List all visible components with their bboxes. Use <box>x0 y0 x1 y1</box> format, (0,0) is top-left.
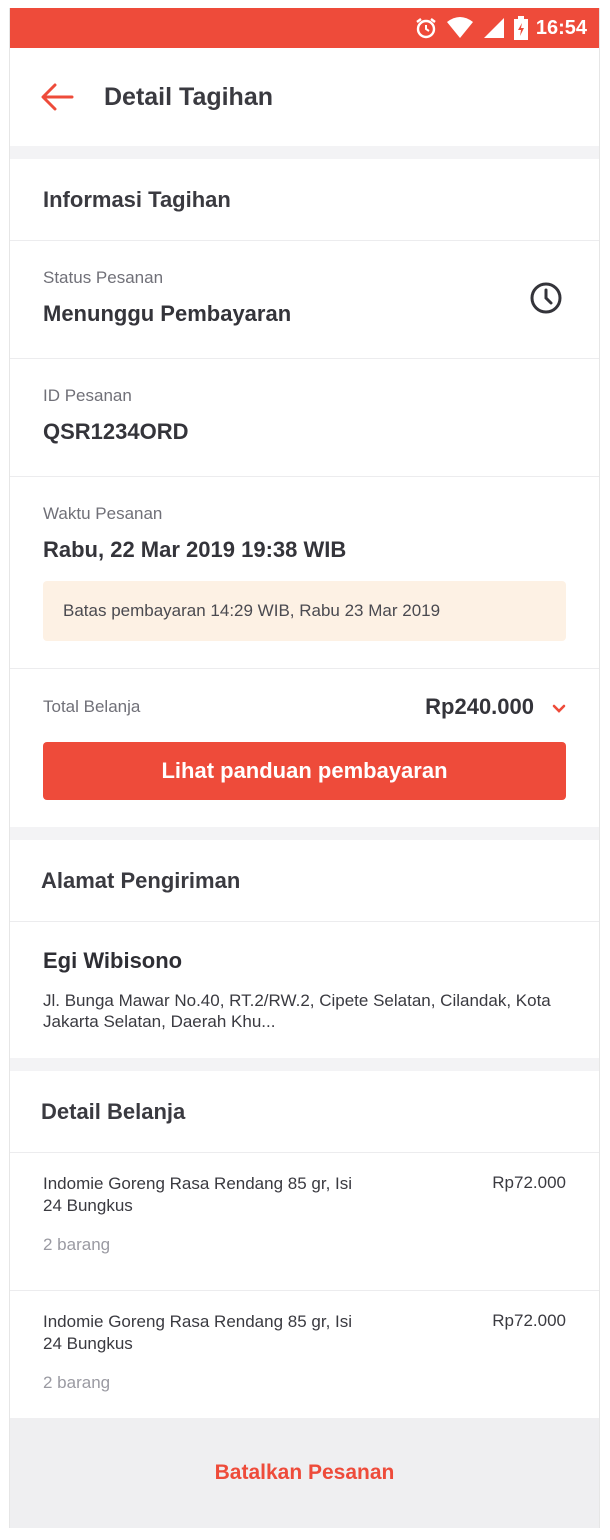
signal-icon <box>482 16 506 40</box>
order-status-row: Status Pesanan Menunggu Pembayaran <box>10 241 599 359</box>
payment-deadline-note: Batas pembayaran 14:29 WIB, Rabu 23 Mar … <box>43 581 566 641</box>
order-time-value: Rabu, 22 Mar 2019 19:38 WIB <box>43 537 347 562</box>
total-value: Rp240.000 <box>425 694 534 719</box>
total-row: Total Belanja Rp240.000 Lihat panduan pe… <box>10 669 599 827</box>
address-row: Egi Wibisono Jl. Bunga Mawar No.40, RT.2… <box>10 922 599 1058</box>
total-amount[interactable]: Rp240.000 <box>425 694 566 720</box>
order-time-row: Waktu Pesanan Rabu, 22 Mar 2019 19:38 WI… <box>10 477 599 669</box>
order-id-value: QSR1234ORD <box>43 419 189 444</box>
section-divider <box>10 827 599 840</box>
items-section-title: Detail Belanja <box>10 1071 599 1153</box>
total-label: Total Belanja <box>43 697 141 716</box>
address-section-title: Alamat Pengiriman <box>10 840 599 922</box>
item-price: Rp72.000 <box>492 1173 566 1192</box>
item-name: Indomie Goreng Rasa Rendang 85 gr, Isi 2… <box>43 1312 353 1353</box>
back-arrow-icon[interactable] <box>40 79 76 115</box>
total-line[interactable]: Total Belanja Rp240.000 <box>43 694 566 720</box>
payment-guide-button[interactable]: Lihat panduan pembayaran <box>43 742 566 800</box>
chevron-down-icon[interactable] <box>552 694 566 720</box>
list-item: Indomie Goreng Rasa Rendang 85 gr, Isi 2… <box>10 1291 599 1429</box>
item-name: Indomie Goreng Rasa Rendang 85 gr, Isi 2… <box>43 1174 353 1215</box>
wifi-icon <box>446 16 474 40</box>
item-quantity: 2 barang <box>43 1373 111 1392</box>
recipient-name: Egi Wibisono <box>43 948 183 973</box>
item-quantity: 2 barang <box>43 1235 111 1254</box>
list-item: Indomie Goreng Rasa Rendang 85 gr, Isi 2… <box>10 1153 599 1291</box>
invoice-section-title: Informasi Tagihan <box>10 159 599 241</box>
cancel-order-button[interactable]: Batalkan Pesanan <box>215 1461 395 1485</box>
clock-icon <box>529 281 563 320</box>
order-time-label: Waktu Pesanan <box>43 504 163 523</box>
order-id-label: ID Pesanan <box>43 386 132 405</box>
status-label: Status Pesanan <box>43 268 164 287</box>
page-title: Detail Tagihan <box>104 82 274 111</box>
status-bar: 16:54 <box>10 8 599 48</box>
alarm-icon <box>414 16 438 40</box>
section-divider <box>10 1058 599 1071</box>
phone-screen: 16:54 Detail Tagihan Informasi Tagihan S… <box>9 8 600 1528</box>
order-id-row: ID Pesanan QSR1234ORD <box>10 359 599 477</box>
app-bar: Detail Tagihan <box>10 48 599 146</box>
battery-icon <box>513 16 528 40</box>
footer-bar: Batalkan Pesanan <box>10 1418 599 1528</box>
status-time: 16:54 <box>535 16 587 39</box>
section-divider <box>10 146 599 159</box>
item-price: Rp72.000 <box>492 1311 566 1330</box>
address-text: Jl. Bunga Mawar No.40, RT.2/RW.2, Cipete… <box>43 991 551 1031</box>
status-value: Menunggu Pembayaran <box>43 301 292 326</box>
